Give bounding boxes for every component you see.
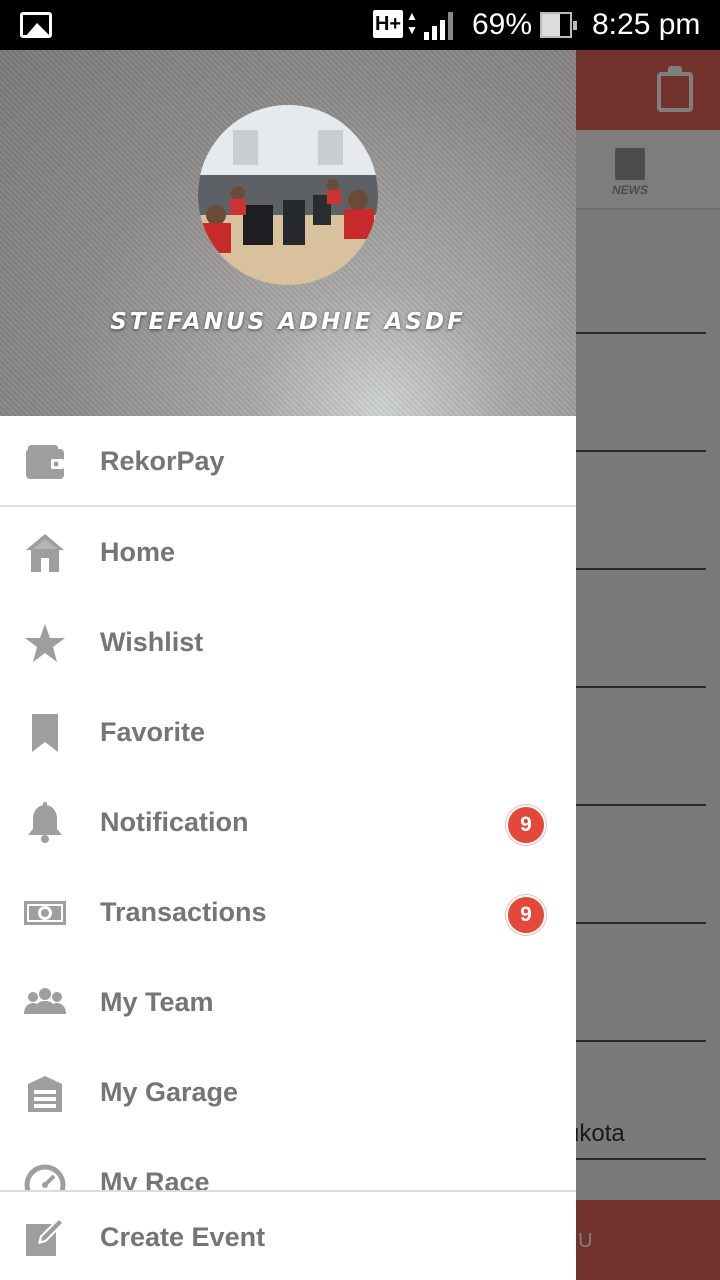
menu-item-label: Transactions	[100, 897, 267, 927]
menu-item-my-team[interactable]: My Team	[0, 957, 576, 1047]
drawer-header: STEFANUS ADHIE ASDF	[0, 50, 576, 416]
menu-item-transactions[interactable]: Transactions 9	[0, 867, 576, 957]
menu-item-label: RekorPay	[100, 446, 225, 476]
star-icon	[24, 622, 66, 664]
navigation-drawer: STEFANUS ADHIE ASDF RekorPay Home Wishli…	[0, 50, 576, 1280]
menu-item-wishlist[interactable]: Wishlist	[0, 597, 576, 687]
avatar-photo	[198, 105, 378, 285]
menu-item-my-garage[interactable]: My Garage	[0, 1047, 576, 1137]
home-icon	[24, 532, 66, 574]
menu-item-label: My Garage	[100, 1077, 239, 1107]
menu-item-label: Create Event	[100, 1222, 266, 1252]
menu-item-label: My Team	[100, 987, 214, 1017]
menu-item-rekorpay[interactable]: RekorPay	[0, 416, 576, 506]
menu-item-label: Wishlist	[100, 627, 204, 657]
clock: 8:25 pm	[592, 8, 701, 41]
money-icon	[24, 892, 66, 934]
menu-item-label: Notification	[100, 807, 249, 837]
menu-item-notification[interactable]: Notification 9	[0, 777, 576, 867]
transactions-count-badge: 9	[506, 895, 546, 935]
battery-icon	[540, 12, 577, 38]
edit-icon	[24, 1216, 66, 1258]
user-name: STEFANUS ADHIE ASDF	[110, 309, 466, 335]
network-arrows-icon: ▲ ▼	[406, 9, 418, 37]
garage-icon	[24, 1072, 66, 1114]
battery-percent: 69%	[472, 8, 533, 41]
avatar[interactable]	[198, 105, 378, 285]
bell-icon	[24, 802, 66, 844]
signal-icon	[424, 12, 456, 40]
bookmark-icon	[24, 712, 66, 754]
gallery-icon	[20, 12, 52, 38]
menu-item-favorite[interactable]: Favorite	[0, 687, 576, 777]
network-type: H+	[373, 10, 403, 38]
team-icon	[24, 982, 66, 1024]
wallet-icon	[24, 441, 66, 483]
menu-item-label: Favorite	[100, 717, 206, 747]
menu-item-label: Home	[100, 537, 176, 567]
menu-item-home[interactable]: Home	[0, 507, 576, 597]
status-bar: H+ ▲ ▼ 69% 8:25 pm	[0, 0, 720, 50]
notification-count-badge: 9	[506, 805, 546, 845]
menu-item-create-event[interactable]: Create Event	[0, 1190, 576, 1280]
